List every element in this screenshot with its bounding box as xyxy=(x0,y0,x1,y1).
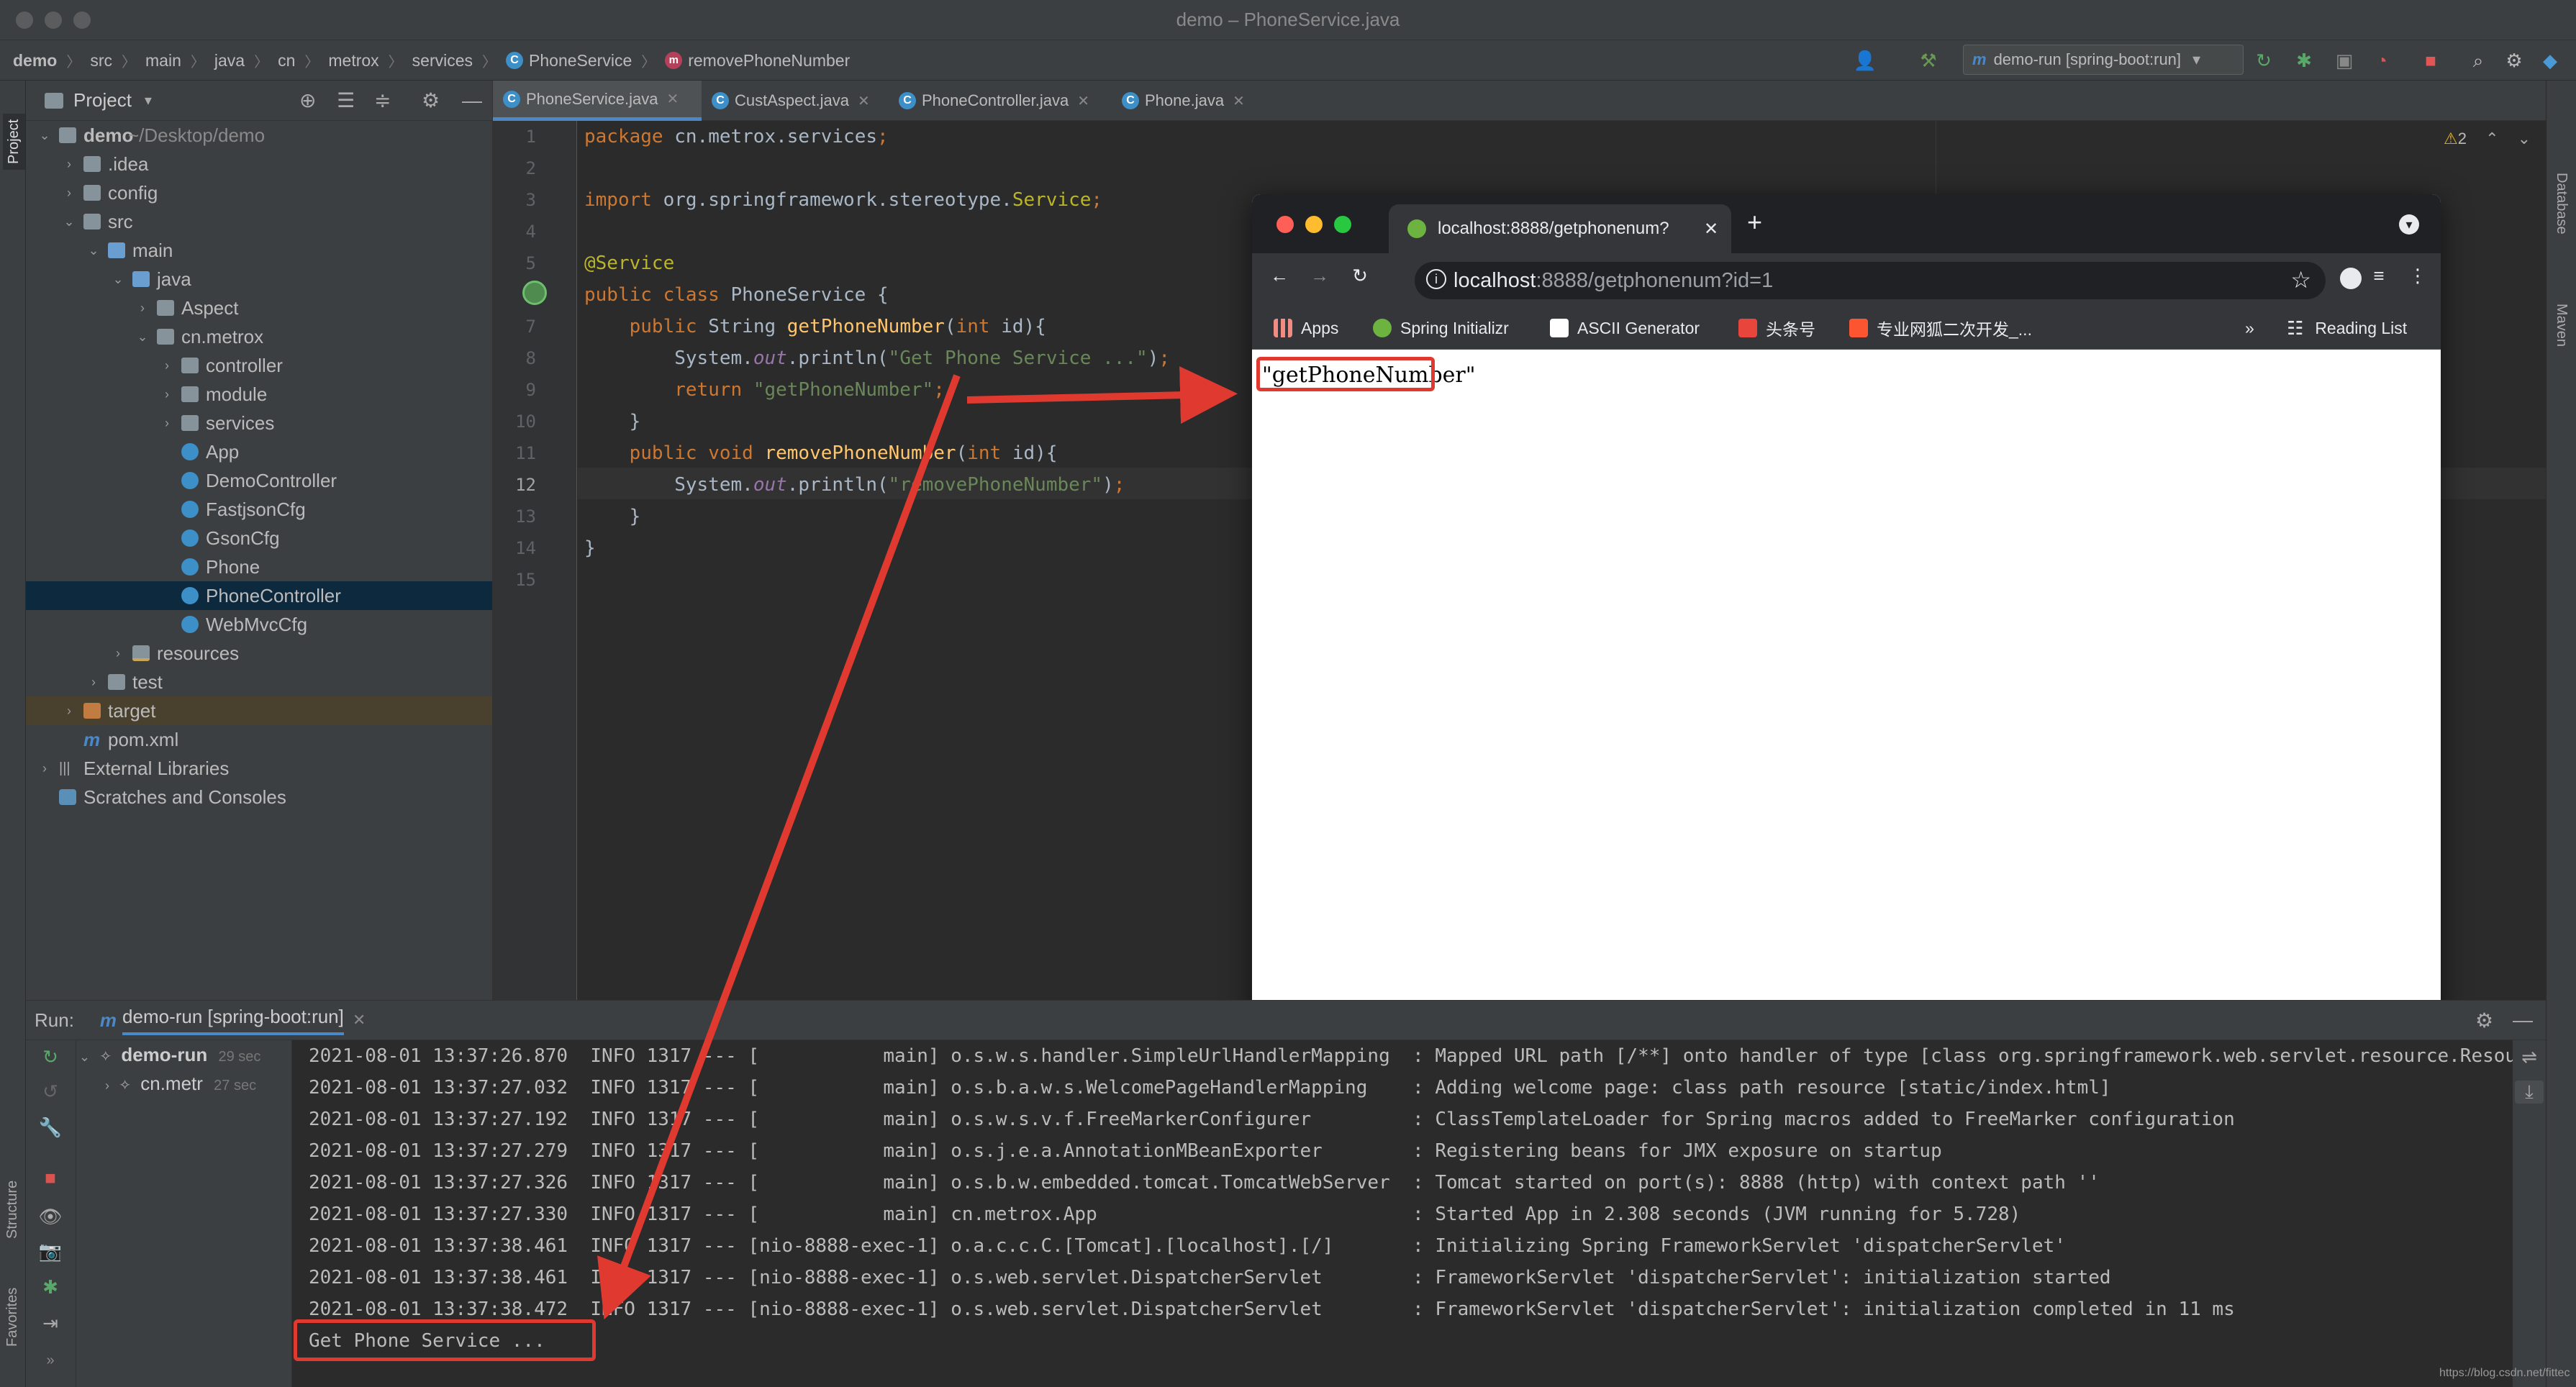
annotation-arrows xyxy=(597,366,1238,1320)
watermark: https://blog.csdn.net/fittec xyxy=(2439,1367,2570,1379)
arrow-to-browser xyxy=(966,366,1238,424)
arrow-to-console xyxy=(597,374,961,1320)
